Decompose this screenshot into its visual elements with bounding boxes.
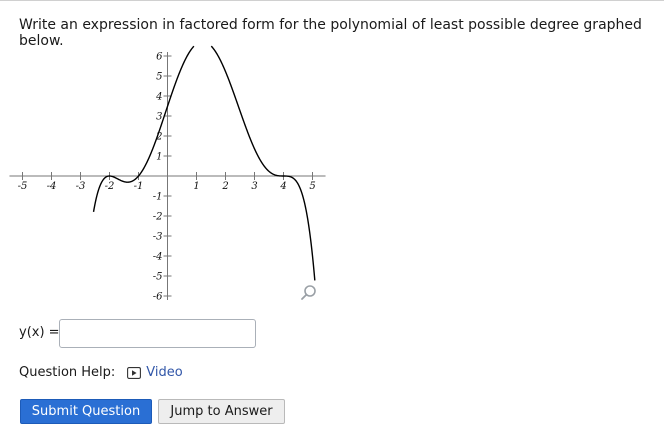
y-tick-label: -6	[153, 292, 163, 303]
jump-to-answer-button[interactable]: Jump to Answer	[158, 399, 285, 424]
polynomial-graph: -5 -4 -3 -2 -1 1 2 3 4 5654321-1-2-3-4-5-6	[9, 45, 326, 303]
y-tick-label: -5	[153, 272, 163, 283]
y-tick-label: -1	[153, 192, 163, 203]
graph-tick-labels: -5 -4 -3 -2 -1 1 2 3 4 5654321-1-2-3-4-5-6	[18, 52, 316, 303]
x-tick-label: -5	[18, 181, 28, 192]
y-tick-label: 4	[155, 92, 162, 103]
y-tick-label: 6	[156, 52, 163, 63]
question-help-label: Question Help:	[19, 365, 116, 380]
x-tick-label: -2	[105, 181, 115, 192]
y-tick-label: -2	[153, 212, 163, 223]
y-tick-label: 1	[156, 152, 162, 163]
x-tick-label: 5	[309, 181, 315, 192]
x-tick-label: -4	[47, 181, 57, 192]
x-tick-label: -3	[76, 181, 86, 192]
x-tick-label: 4	[279, 181, 286, 192]
x-tick-label: 1	[193, 181, 199, 192]
video-link-label: Video	[146, 365, 183, 380]
y-tick-label: -3	[153, 232, 163, 243]
top-divider	[0, 0, 664, 1]
video-link[interactable]: Video	[127, 365, 183, 380]
x-tick-label: 2	[221, 181, 228, 192]
y-tick-label: -4	[153, 252, 163, 263]
question-help: Question Help: Video	[19, 365, 183, 380]
polynomial-curve	[92, 45, 316, 281]
play-video-icon	[127, 366, 142, 379]
x-tick-label: -1	[134, 181, 144, 192]
answer-input[interactable]	[59, 319, 256, 348]
y-tick-label: 3	[156, 112, 162, 123]
answer-label: y(x) =	[19, 325, 60, 340]
x-tick-label: 3	[251, 181, 257, 192]
y-tick-label: 5	[156, 72, 162, 83]
submit-question-button[interactable]: Submit Question	[20, 399, 152, 424]
magnifier-icon[interactable]	[300, 284, 318, 306]
